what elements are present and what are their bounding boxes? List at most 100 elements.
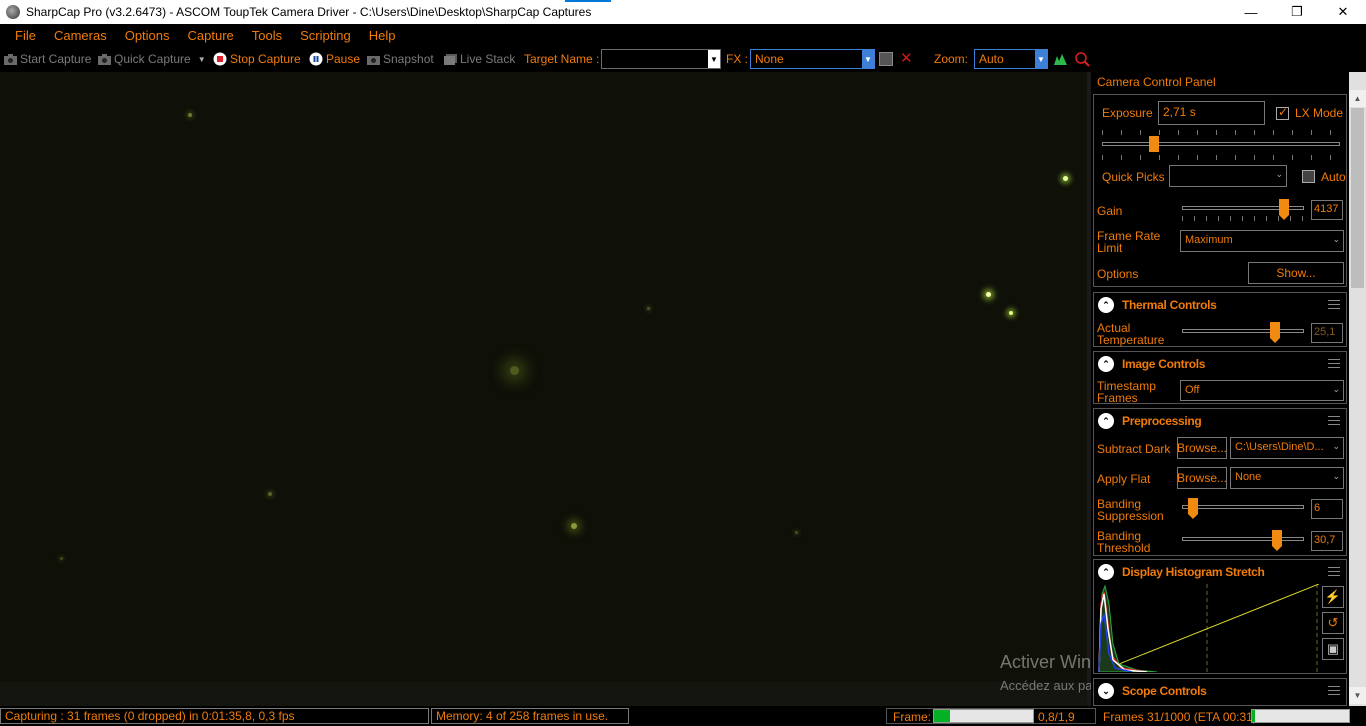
chevron-down-icon: ⌄: [1275, 169, 1283, 179]
lx-mode-checkbox[interactable]: [1276, 105, 1289, 120]
hamburger-menu-icon[interactable]: [1328, 686, 1340, 695]
fx-clear-icon[interactable]: ✕: [900, 51, 913, 66]
timestamp-frames-select[interactable]: Off ⌄: [1180, 380, 1344, 401]
collapse-icon[interactable]: ⌃: [1098, 297, 1114, 313]
status-bar: Capturing : 31 frames (0 dropped) in 0:0…: [0, 706, 1366, 726]
banding-threshold-input[interactable]: 30,7: [1311, 531, 1343, 551]
chevron-down-icon[interactable]: ▼: [862, 50, 874, 68]
quick-capture-button[interactable]: Quick Capture ▼: [98, 52, 206, 66]
gain-input[interactable]: 4137: [1311, 200, 1343, 220]
quick-capture-label: Quick Capture: [114, 52, 191, 66]
start-capture-button[interactable]: Start Capture: [4, 52, 91, 66]
menu-file[interactable]: File: [15, 28, 36, 43]
frame-label: Frame:: [893, 710, 932, 724]
subtract-dark-browse-button[interactable]: Browse...: [1177, 437, 1227, 459]
menu-cameras[interactable]: Cameras: [54, 28, 107, 43]
auto-label: Auto: [1321, 170, 1346, 184]
scroll-up-icon[interactable]: ▲: [1349, 90, 1366, 107]
hamburger-menu-icon[interactable]: [1328, 567, 1340, 576]
thermal-controls-header[interactable]: ⌃ Thermal Controls: [1094, 293, 1346, 317]
snapshot-label: Snapshot: [383, 52, 434, 66]
collapse-icon[interactable]: ⌃: [1098, 564, 1114, 580]
reset-stretch-icon[interactable]: ↺: [1322, 612, 1344, 634]
scope-controls-header[interactable]: ⌄ Scope Controls: [1094, 679, 1346, 703]
temperature-slider-thumb: [1270, 322, 1280, 343]
stop-icon: [213, 52, 227, 66]
stop-capture-button[interactable]: Stop Capture: [213, 52, 301, 66]
menu-capture[interactable]: Capture: [188, 28, 234, 43]
scrollbar-thumb[interactable]: [1351, 108, 1364, 288]
zoom-select[interactable]: Auto ▼: [974, 49, 1048, 69]
panel-scrollbar[interactable]: ▲ ▼: [1349, 72, 1366, 706]
menu-tools[interactable]: Tools: [252, 28, 282, 43]
apply-flat-value: None: [1235, 471, 1262, 483]
collapse-icon[interactable]: ⌃: [1098, 413, 1114, 429]
fx-select[interactable]: None ▼: [750, 49, 875, 69]
hamburger-menu-icon[interactable]: [1328, 359, 1340, 368]
scope-controls-section: ⌄ Scope Controls: [1093, 678, 1347, 706]
chevron-down-icon: ⌄: [1332, 471, 1340, 481]
live-stack-label: Live Stack: [460, 52, 516, 66]
histogram-stretch-header[interactable]: ⌃ Display Histogram Stretch: [1094, 560, 1346, 584]
show-options-button[interactable]: Show...: [1248, 262, 1344, 284]
close-button[interactable]: ✕: [1320, 0, 1366, 24]
fx-label: FX :: [726, 52, 749, 66]
image-controls-header[interactable]: ⌃ Image Controls: [1094, 352, 1346, 376]
fx-settings-icon[interactable]: [879, 52, 893, 66]
exposure-slider[interactable]: [1102, 142, 1340, 146]
pause-label: Pause: [326, 52, 361, 66]
preprocessing-header[interactable]: ⌃ Preprocessing: [1094, 409, 1346, 433]
collapse-icon[interactable]: ⌄: [1098, 683, 1114, 699]
exposure-slider-thumb[interactable]: [1149, 136, 1159, 152]
quick-capture-dropdown-icon[interactable]: ▼: [198, 55, 206, 64]
memory-status: Memory: 4 of 258 frames in use.: [431, 708, 629, 724]
menu-help[interactable]: Help: [369, 28, 396, 43]
auto-checkbox[interactable]: [1302, 170, 1315, 183]
pause-button[interactable]: Pause: [309, 52, 360, 66]
apply-flat-browse-button[interactable]: Browse...: [1177, 467, 1227, 489]
exposure-input[interactable]: 2,71 s: [1158, 101, 1265, 125]
subtract-dark-select[interactable]: C:\Users\Dine\D... ⌄: [1230, 437, 1344, 459]
menu-options[interactable]: Options: [125, 28, 170, 43]
star: [188, 113, 192, 117]
histogram-icon[interactable]: [1053, 52, 1069, 66]
live-stack-icon: [444, 53, 457, 65]
title-accent-line: [565, 0, 611, 2]
minimize-button[interactable]: —: [1228, 0, 1274, 24]
capture-status: Capturing : 31 frames (0 dropped) in 0:0…: [0, 708, 429, 724]
banding-suppression-input[interactable]: 6: [1311, 499, 1343, 519]
hamburger-menu-icon[interactable]: [1328, 300, 1340, 309]
collapse-icon[interactable]: ⌃: [1098, 356, 1114, 372]
banding-threshold-slider-thumb[interactable]: [1272, 530, 1282, 551]
hamburger-menu-icon[interactable]: [1328, 416, 1340, 425]
camera-icon: [98, 53, 111, 65]
timestamp-frames-label-line2: Frames: [1097, 391, 1138, 405]
chevron-down-icon[interactable]: ▼: [1035, 50, 1047, 68]
star: [268, 492, 272, 496]
star: [571, 523, 577, 529]
menu-scripting[interactable]: Scripting: [300, 28, 351, 43]
frame-progress-fill: [934, 710, 950, 722]
banding-suppression-slider[interactable]: [1182, 505, 1304, 509]
focus-zoom-icon[interactable]: [1074, 51, 1090, 67]
save-stretch-icon[interactable]: ▣: [1322, 638, 1344, 660]
snapshot-button[interactable]: Snapshot: [367, 52, 434, 66]
target-name-label: Target Name :: [524, 52, 600, 66]
image-viewer[interactable]: [0, 72, 1087, 682]
target-name-combo[interactable]: ▼: [601, 49, 721, 69]
scroll-down-icon[interactable]: ▼: [1349, 687, 1366, 704]
histogram-graph[interactable]: [1097, 584, 1319, 672]
live-stack-button[interactable]: Live Stack: [444, 52, 515, 66]
banding-threshold-slider[interactable]: [1182, 537, 1304, 541]
auto-stretch-lightning-icon[interactable]: ⚡: [1322, 586, 1344, 608]
title-bar: SharpCap Pro (v3.2.6473) - ASCOM ToupTek…: [0, 0, 1366, 24]
banding-suppression-slider-thumb[interactable]: [1188, 498, 1198, 519]
frame-rate-select[interactable]: Maximum ⌄: [1180, 230, 1344, 252]
chevron-down-icon[interactable]: ▼: [708, 50, 720, 68]
exposure-ticks: [1102, 155, 1340, 160]
apply-flat-select[interactable]: None ⌄: [1230, 467, 1344, 489]
maximize-button[interactable]: ❐: [1274, 0, 1320, 24]
gain-slider-thumb[interactable]: [1279, 199, 1289, 220]
fx-value: None: [755, 52, 784, 66]
quick-picks-select[interactable]: ⌄: [1169, 165, 1287, 187]
